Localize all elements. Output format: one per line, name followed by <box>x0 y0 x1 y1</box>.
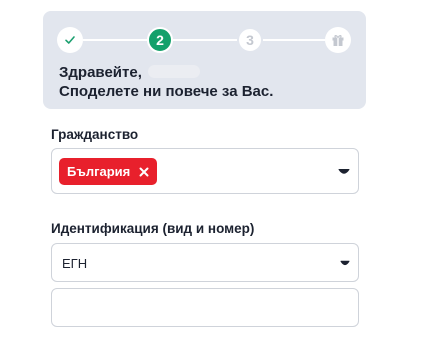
step-connector <box>263 39 325 41</box>
id-number-input[interactable] <box>51 288 359 327</box>
progress-stepper: 2 3 <box>57 27 351 53</box>
chevron-down-icon[interactable] <box>338 168 350 176</box>
step-number: 2 <box>156 32 164 48</box>
id-type-select[interactable]: ЕГН <box>51 243 359 282</box>
tag-label: България <box>67 164 131 179</box>
id-type-value: ЕГН <box>62 256 88 271</box>
step-connector <box>83 39 147 41</box>
identification-label: Идентификация (вид и номер) <box>51 221 255 236</box>
step-1-completed[interactable] <box>57 27 83 53</box>
citizenship-select[interactable]: България <box>51 148 359 194</box>
gift-icon <box>332 35 344 46</box>
check-icon <box>65 36 75 44</box>
remove-tag-button[interactable] <box>139 167 149 177</box>
step-3-upcoming[interactable]: 3 <box>237 27 263 53</box>
step-number: 3 <box>246 32 254 48</box>
step-2-current[interactable]: 2 <box>147 27 173 53</box>
selected-country-tag: България <box>59 158 158 185</box>
blurred-user-name <box>147 65 200 78</box>
greeting-text: Здравейте, Споделете ни повече за Вас. <box>59 63 273 101</box>
progress-header-card: 2 3 Здравейте, Споделете ни повече за Ва… <box>43 11 366 109</box>
step-connector <box>173 39 237 41</box>
greeting-line-1: Здравейте, <box>59 64 142 81</box>
close-icon <box>139 167 149 176</box>
citizenship-label: Гражданство <box>51 127 139 142</box>
step-4-upcoming[interactable] <box>325 27 351 53</box>
greeting-line-2: Споделете ни повече за Вас. <box>59 83 274 100</box>
chevron-down-icon[interactable] <box>340 260 350 267</box>
